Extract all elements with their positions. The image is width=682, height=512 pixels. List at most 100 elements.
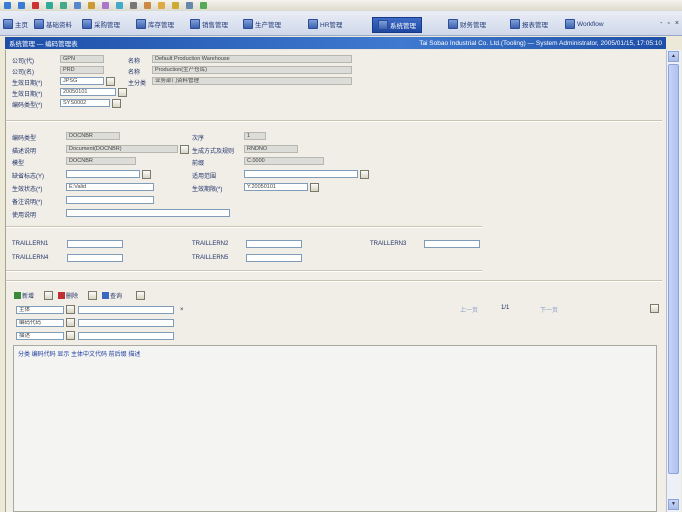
lookup-button-2[interactable] — [112, 99, 121, 108]
grid-header: 分类 编码代码 显示 主体中文代码 前后缀 描述 — [18, 352, 141, 358]
remark-field[interactable] — [66, 196, 154, 204]
pager-prev[interactable]: 上一页 — [460, 305, 478, 314]
edit-icon[interactable] — [144, 2, 151, 9]
filter-clear-icon[interactable]: × — [180, 307, 184, 313]
filter-label-field-1: 主体 — [16, 306, 64, 314]
money-icon — [448, 19, 458, 29]
favorites-icon[interactable] — [88, 2, 95, 9]
sys-status-field[interactable]: E:Valid — [66, 183, 154, 191]
trail-label-5: TRAILLERN5 — [192, 255, 229, 261]
divider — [6, 120, 662, 122]
divider — [6, 270, 482, 272]
lock-icon[interactable] — [172, 2, 179, 9]
box-icon — [136, 19, 146, 29]
category-label: 适用范围 — [192, 174, 217, 180]
minimize-button[interactable]: - — [660, 20, 662, 27]
form-title-bar: 系统管理 — 编码管理表 Tai Sobao Industrial Co. Lt… — [5, 37, 666, 49]
company-name-field: PRD — [60, 66, 104, 74]
name-field-1: Default Production Warehouse — [152, 55, 352, 63]
trail-field-5[interactable] — [246, 254, 302, 262]
scroll-up-icon[interactable]: ▲ — [668, 51, 679, 62]
tab-home[interactable]: 主页 — [3, 17, 28, 31]
vertical-scrollbar[interactable]: ▲ ▼ — [666, 50, 681, 512]
mail-icon[interactable] — [116, 2, 123, 9]
filter-lookup-3[interactable] — [66, 331, 75, 340]
monitor-icon[interactable] — [186, 2, 193, 9]
lookup-button-4[interactable] — [142, 170, 151, 179]
eff-date-label-1: 生效日期(*) — [12, 81, 43, 87]
back-icon[interactable] — [4, 2, 11, 9]
category-field[interactable] — [244, 170, 358, 178]
lookup-button-1[interactable] — [106, 77, 115, 86]
query-button[interactable]: 查询 — [102, 290, 122, 300]
folder-icon[interactable] — [158, 2, 165, 9]
lookup-button-3[interactable] — [180, 145, 189, 154]
stop-icon[interactable] — [32, 2, 39, 9]
extra-label: 使用说明 — [12, 213, 37, 219]
delete-button[interactable]: 删除 — [58, 290, 78, 300]
pager-page: 1/1 — [501, 305, 510, 311]
filter-lookup-1[interactable] — [66, 305, 75, 314]
delete-dropdown-button[interactable] — [88, 291, 97, 300]
system-icon — [378, 20, 388, 30]
trail-field-3[interactable] — [424, 240, 480, 248]
user-icon — [308, 19, 318, 29]
tab-reports[interactable]: 报表管理 — [510, 17, 548, 31]
chart-icon — [190, 19, 200, 29]
add-icon — [14, 291, 21, 299]
tab-production[interactable]: 生产管理 — [243, 17, 281, 31]
pager-next[interactable]: 下一页 — [540, 305, 558, 314]
tab-inventory[interactable]: 库存管理 — [136, 17, 174, 31]
close-button[interactable]: × — [675, 20, 679, 27]
filter-input-3[interactable] — [78, 332, 174, 340]
add-button[interactable]: 新增 — [14, 290, 34, 300]
trail-label-2: TRAILLERN2 — [192, 241, 229, 247]
tab-finance[interactable]: 财务管理 — [448, 17, 486, 31]
query-dropdown-button[interactable] — [136, 291, 145, 300]
refresh-icon[interactable] — [46, 2, 53, 9]
effective-field[interactable]: Y.20050101 — [244, 183, 308, 191]
seq-label: 次序 — [192, 136, 205, 142]
filter-label-field-3: 描述 — [16, 332, 64, 340]
restore-button[interactable]: ▫ — [667, 20, 669, 27]
model-field: DOCNBR — [66, 157, 136, 165]
grid-icon[interactable] — [200, 2, 207, 9]
code-type-field-1[interactable]: SYS0002 — [60, 99, 110, 107]
filter-input-1[interactable] — [78, 306, 174, 314]
eff-date-label-2: 生效日期(*) — [12, 92, 43, 98]
default-flag-field[interactable] — [66, 170, 140, 178]
trail-field-4[interactable] — [67, 254, 123, 262]
gen-type-field: RNDNO — [244, 145, 298, 153]
tab-purchase[interactable]: 采购管理 — [82, 17, 120, 31]
tab-hr[interactable]: HR管理 — [308, 17, 342, 31]
forward-icon[interactable] — [18, 2, 25, 9]
tab-workflow[interactable]: Workflow — [565, 17, 604, 31]
form-title: 系统管理 — 编码管理表 — [9, 41, 78, 48]
date-picker-button[interactable] — [118, 88, 127, 97]
search-icon[interactable] — [74, 2, 81, 9]
scroll-down-icon[interactable]: ▼ — [668, 499, 679, 510]
lookup-button-6[interactable] — [310, 183, 319, 192]
filter-lookup-2[interactable] — [66, 318, 75, 327]
filter-input-2[interactable] — [78, 319, 174, 327]
history-icon[interactable] — [102, 2, 109, 9]
report-icon — [510, 19, 520, 29]
trail-field-2[interactable] — [246, 240, 302, 248]
tab-system[interactable]: 系统管理 — [372, 17, 422, 33]
scroll-thumb[interactable] — [668, 64, 679, 474]
home-icon[interactable] — [60, 2, 67, 9]
filter-label-field-2: 编码代码 — [16, 319, 64, 327]
add-dropdown-button[interactable] — [44, 291, 53, 300]
extra-field[interactable] — [66, 209, 230, 217]
tab-sales[interactable]: 销售管理 — [190, 17, 228, 31]
eff-date-field-2[interactable]: 20050101 — [60, 88, 116, 96]
tab-base-data[interactable]: 基础资料 — [34, 17, 72, 31]
eff-date-field-1[interactable]: JPSG — [60, 77, 104, 85]
prefix-field: C.0000 — [244, 157, 324, 165]
grid-menu-button[interactable] — [650, 304, 659, 313]
print-icon[interactable] — [130, 2, 137, 9]
sys-status-label: 生效状态(*) — [12, 187, 43, 193]
lookup-button-5[interactable] — [360, 170, 369, 179]
company-name-label: 公司(名) — [12, 70, 34, 76]
trail-field-1[interactable] — [67, 240, 123, 248]
